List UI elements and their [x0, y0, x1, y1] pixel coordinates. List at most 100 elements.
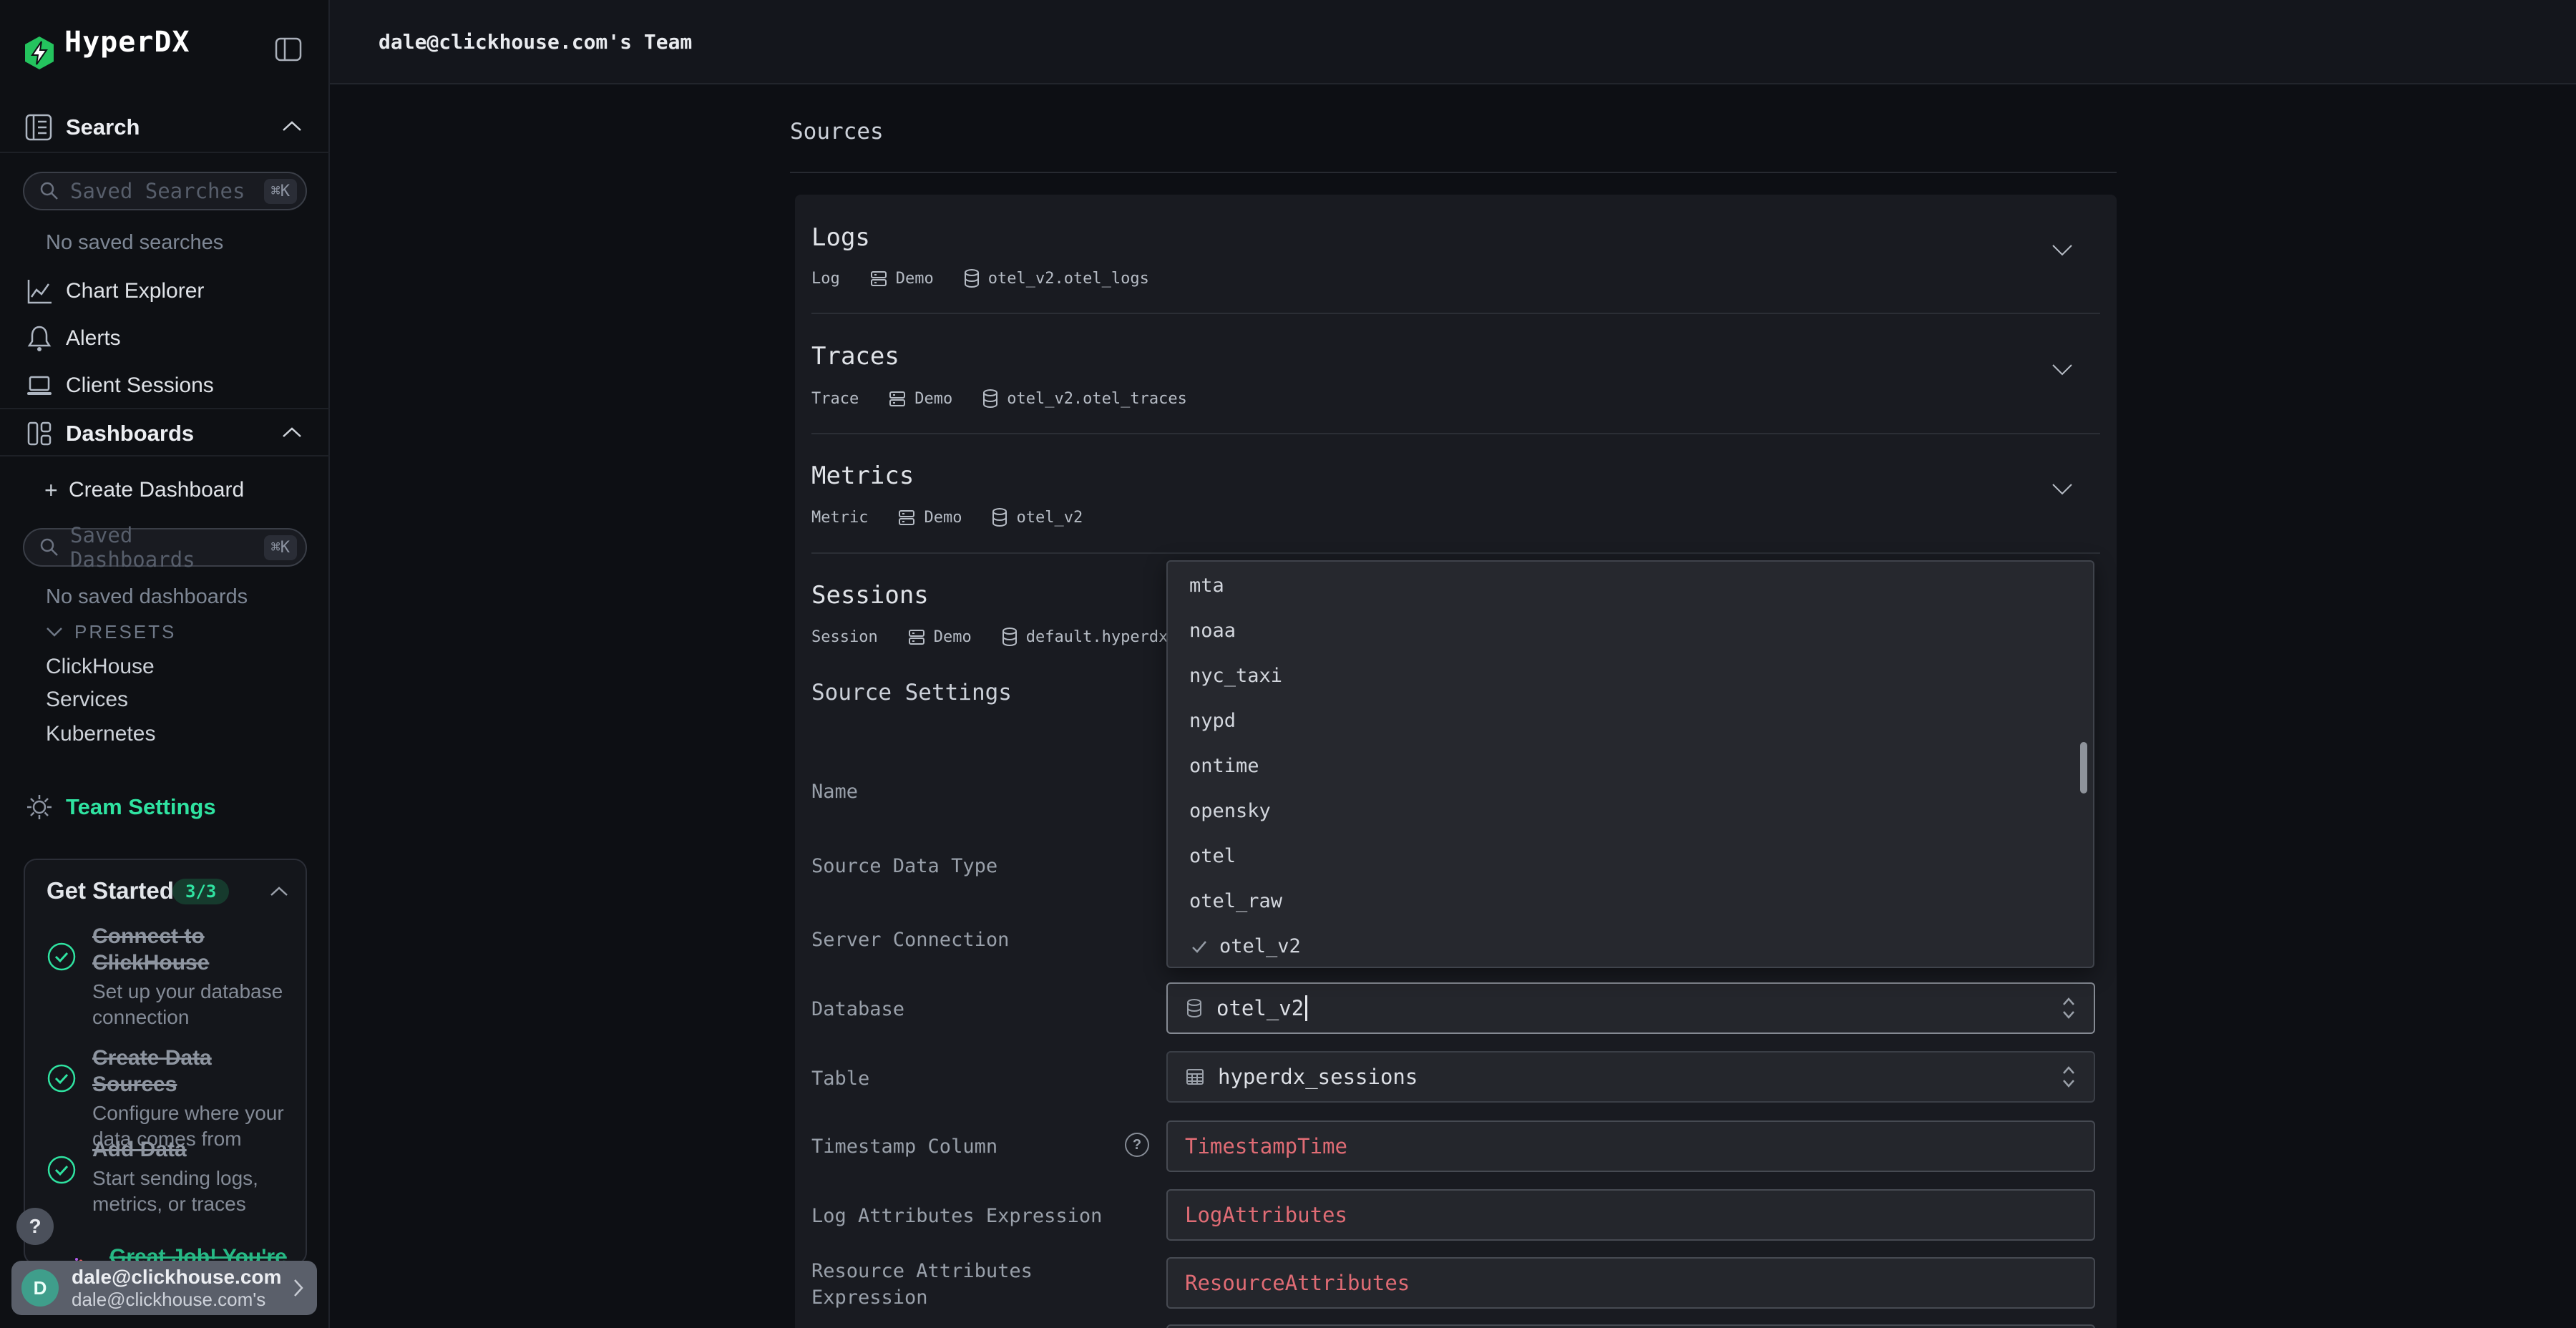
create-dashboard-button[interactable]: + Create Dashboard — [0, 474, 330, 507]
source-data-type-label: Source Data Type — [811, 853, 1148, 879]
log-attributes-label: Log Attributes Expression — [811, 1203, 1148, 1229]
nav-label: Client Sessions — [66, 374, 214, 398]
timestamp-column-value: TimestampTime — [1185, 1134, 1347, 1158]
dropdown-option-otel[interactable]: otel — [1168, 834, 2093, 879]
dropdown-option-opensky[interactable]: opensky — [1168, 788, 2093, 834]
database-dropdown: mta noaa nyc_taxi nypd ontime opensky ot… — [1166, 560, 2094, 968]
sidebar-item-alerts[interactable]: Alerts — [0, 322, 330, 355]
user-email: dale@clickhouse.com — [72, 1266, 293, 1289]
preset-clickhouse[interactable]: ClickHouse — [46, 655, 155, 679]
sidebar-item-chart-explorer[interactable]: Chart Explorer — [0, 275, 330, 308]
chevron-down-icon[interactable] — [2051, 243, 2074, 257]
dropdown-option-mta[interactable]: mta — [1168, 563, 2093, 608]
source-section-title: Logs — [811, 223, 870, 252]
resource-attributes-value: ResourceAttributes — [1185, 1271, 1410, 1295]
resource-attributes-input[interactable]: ResourceAttributes — [1166, 1257, 2095, 1309]
database-select[interactable]: otel_v2 — [1166, 982, 2095, 1034]
preset-services[interactable]: Services — [46, 688, 128, 712]
presets-toggle[interactable]: PRESETS — [0, 617, 330, 647]
checklist-item-connect: Connect to ClickHouse Set up your databa… — [47, 923, 290, 1030]
dropdown-option-nypd[interactable]: nypd — [1168, 698, 2093, 743]
table-value: hyperdx_sessions — [1218, 1065, 1418, 1089]
check-circle-icon — [47, 1155, 77, 1217]
dropdown-option-ontime[interactable]: ontime — [1168, 743, 2093, 788]
timestamp-column-input[interactable]: TimestampTime — [1166, 1120, 2095, 1172]
preset-kubernetes[interactable]: Kubernetes — [46, 722, 155, 746]
chevron-down-icon[interactable] — [2051, 363, 2074, 376]
server-group: Demo — [869, 268, 934, 288]
option-label: nypd — [1189, 710, 1236, 732]
get-started-title: Get Started — [47, 877, 174, 904]
server-icon — [907, 627, 927, 647]
search-icon — [39, 180, 60, 202]
log-attributes-input[interactable]: LogAttributes — [1166, 1189, 2095, 1241]
page-header: dale@clickhouse.com's Team — [330, 0, 2576, 84]
option-label: otel_v2 — [1219, 935, 1301, 957]
search-icon — [39, 537, 60, 558]
table-group: otel_v2.otel_traces — [981, 389, 1187, 409]
gear-icon — [24, 791, 55, 823]
source-type: Metric — [811, 509, 868, 527]
help-tooltip-icon[interactable]: ? — [1125, 1133, 1149, 1157]
dashboards-grid-icon — [24, 418, 55, 449]
user-team: dale@clickhouse.com's — [72, 1289, 293, 1311]
server-icon — [897, 507, 917, 527]
saved-searches-input[interactable]: Saved Searches ⌘K — [23, 172, 307, 210]
nav-label: Chart Explorer — [66, 279, 204, 303]
sidebar-section-search[interactable]: Search — [0, 102, 330, 153]
server-group: Demo — [887, 389, 952, 409]
sidebar-section-dashboards[interactable]: Dashboards — [0, 408, 330, 456]
divider — [790, 172, 2117, 173]
chevron-right-icon — [293, 1278, 304, 1298]
laptop-icon — [24, 370, 55, 401]
progress-badge: 3/3 — [172, 879, 229, 904]
server-icon — [887, 389, 907, 409]
sidebar-item-team-settings[interactable]: Team Settings — [0, 790, 330, 824]
source-meta: Metric Demo otel_v2 — [811, 507, 1083, 527]
chevron-up-icon[interactable] — [270, 886, 288, 897]
dropdown-option-otel_v2-selected[interactable]: otel_v2 — [1168, 924, 2093, 969]
source-section-title: Metrics — [811, 462, 914, 490]
option-label: nyc_taxi — [1189, 665, 1282, 687]
sidebar-item-client-sessions[interactable]: Client Sessions — [0, 369, 330, 402]
next-input-partial[interactable] — [1166, 1324, 2095, 1328]
shortcut-badge: ⌘K — [264, 179, 298, 204]
collapse-sidebar-icon[interactable] — [275, 37, 302, 62]
timestamp-column-label: Timestamp Column — [811, 1133, 1148, 1160]
divider — [811, 313, 2100, 314]
table-name: otel_v2 — [1016, 509, 1083, 527]
source-meta: Log Demo otel_v2.otel_logs — [811, 268, 1149, 288]
option-label: ontime — [1189, 755, 1259, 777]
dropdown-option-nyc_taxi[interactable]: nyc_taxi — [1168, 653, 2093, 698]
checklist-subtitle: Start sending logs, metrics, or traces — [92, 1166, 290, 1217]
server-icon — [869, 268, 889, 288]
team-settings-label: Team Settings — [66, 794, 216, 820]
help-button[interactable]: ? — [16, 1208, 54, 1245]
server-name: Demo — [914, 390, 952, 408]
sources-heading: Sources — [790, 119, 884, 145]
chevron-down-icon — [46, 627, 63, 637]
table-icon — [1185, 1067, 1205, 1087]
checklist-item-add-data: Add Data Start sending logs, metrics, or… — [47, 1136, 290, 1217]
dashboards-section-label: Dashboards — [66, 421, 194, 446]
presets-label: PRESETS — [74, 621, 176, 643]
source-type: Session — [811, 628, 878, 646]
saved-dashboards-input[interactable]: Saved Dashboards ⌘K — [23, 528, 307, 567]
chevron-up-icon — [282, 120, 302, 132]
database-icon — [1000, 627, 1019, 647]
table-label: Table — [811, 1065, 1148, 1092]
chevron-down-icon[interactable] — [2051, 482, 2074, 496]
search-section-icon — [23, 112, 54, 143]
checklist-title: Connect to ClickHouse — [92, 923, 290, 976]
dropdown-option-noaa[interactable]: noaa — [1168, 608, 2093, 653]
dropdown-option-otel_raw[interactable]: otel_raw — [1168, 879, 2093, 924]
source-section-title: Traces — [811, 342, 899, 371]
divider — [811, 552, 2100, 554]
plus-icon: + — [44, 477, 58, 504]
no-saved-searches-text: No saved searches — [46, 231, 223, 255]
scrollbar-thumb[interactable] — [2080, 742, 2087, 794]
table-select[interactable]: hyperdx_sessions — [1166, 1051, 2095, 1103]
question-mark: ? — [29, 1215, 41, 1238]
divider — [811, 433, 2100, 434]
user-account-chip[interactable]: D dale@clickhouse.com dale@clickhouse.co… — [11, 1261, 317, 1315]
